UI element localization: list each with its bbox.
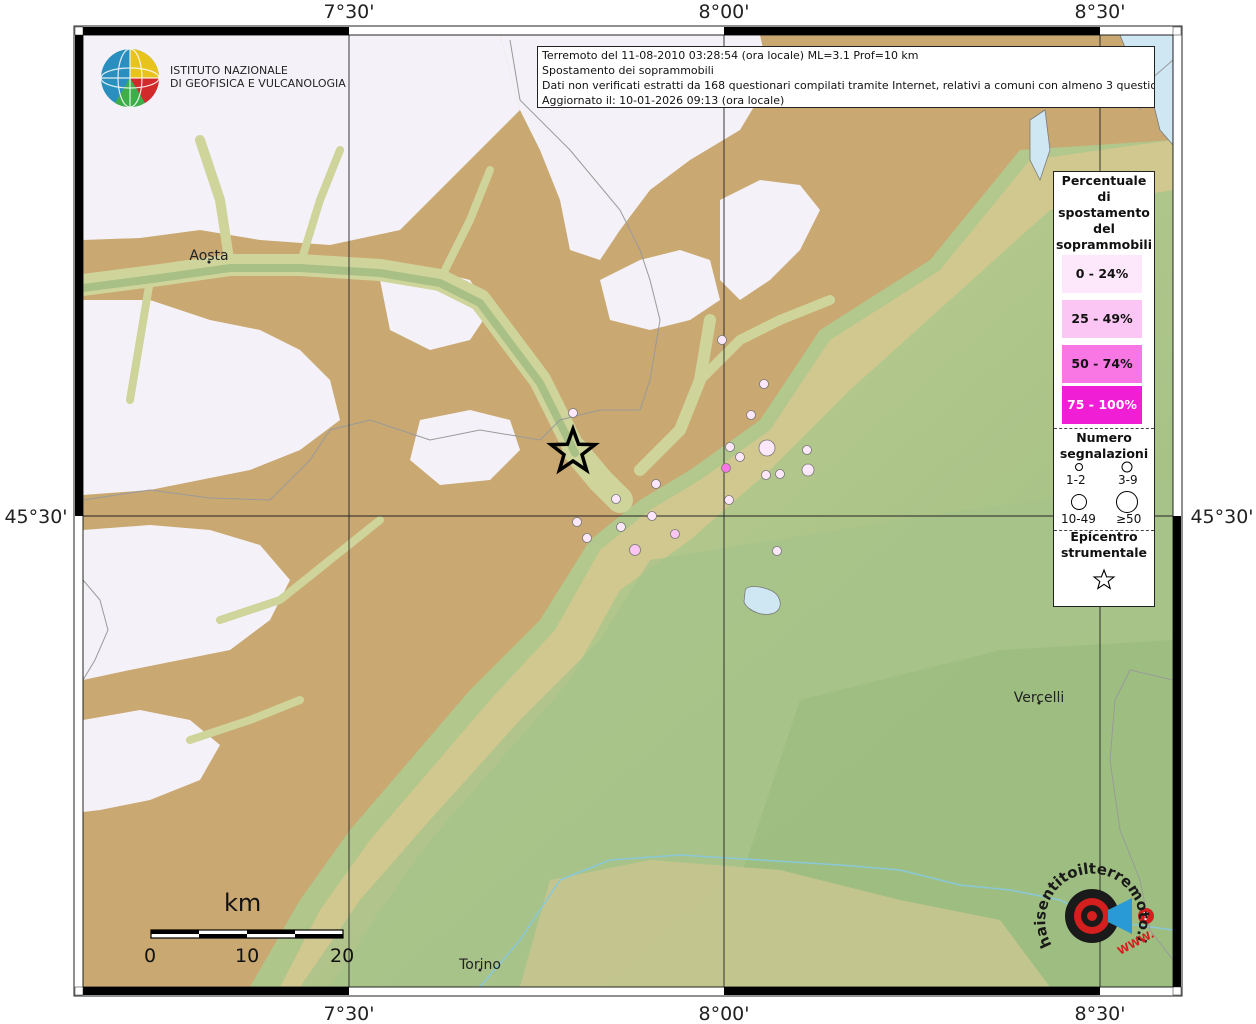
legend-count-10-49: 10-49 bbox=[1061, 512, 1096, 526]
institute-logo: ISTITUTO NAZIONALE DI GEOFISICA E VULCAN… bbox=[170, 64, 346, 90]
relief-map bbox=[83, 35, 1173, 987]
top-tick-label: 8°30' bbox=[1075, 1, 1126, 23]
observation-point bbox=[611, 494, 621, 504]
scale-label-20: 20 bbox=[330, 945, 355, 967]
legend-count-1-2: 1-2 bbox=[1066, 473, 1086, 487]
observation-point bbox=[761, 470, 771, 480]
observation-point bbox=[759, 379, 769, 389]
scale-label-10: 10 bbox=[235, 945, 260, 967]
observation-point bbox=[724, 495, 734, 505]
observation-point bbox=[629, 544, 641, 556]
town-aosta: Aosta bbox=[189, 248, 228, 264]
legend-category-75-100: 75 - 100% bbox=[1062, 386, 1142, 424]
observation-point bbox=[717, 335, 727, 345]
left-tick-label: 45°30' bbox=[4, 506, 67, 528]
town-vercelli: Vercelli bbox=[1014, 690, 1065, 706]
right-tick-label: 45°30' bbox=[1190, 506, 1253, 528]
globe-icon bbox=[100, 48, 160, 108]
observation-point bbox=[670, 529, 680, 539]
legend-title: Percentuale di spostamento del soprammob… bbox=[1055, 173, 1152, 252]
observation-point bbox=[647, 511, 657, 521]
legend-category-50-74: 50 - 74% bbox=[1062, 345, 1142, 383]
observation-point bbox=[721, 463, 731, 473]
event-updated: Aggiornato il: 10-01-2026 09:13 (ora loc… bbox=[542, 94, 785, 107]
legend-count-3-9: 3-9 bbox=[1118, 473, 1138, 487]
observation-point bbox=[572, 517, 582, 527]
scale-unit: km bbox=[224, 889, 262, 917]
legend-category-25-49: 25 - 49% bbox=[1062, 300, 1142, 338]
legend: Percentuale di spostamento del soprammob… bbox=[1053, 171, 1155, 607]
observation-point bbox=[802, 445, 812, 455]
top-tick-label: 7°30' bbox=[324, 1, 375, 23]
observation-point bbox=[801, 463, 815, 477]
bottom-tick-label: 8°30' bbox=[1075, 1003, 1126, 1024]
legend-divider bbox=[1054, 428, 1154, 429]
town-torino: Torino bbox=[458, 957, 501, 973]
observation-point bbox=[725, 442, 735, 452]
logo-line: DI GEOFISICA E VULCANOLOGIA bbox=[170, 77, 346, 90]
observation-point bbox=[568, 408, 578, 418]
legend-epicenter-title: Epicentro strumentale bbox=[1060, 529, 1148, 560]
event-data-note: Dati non verificati estratti da 168 ques… bbox=[542, 79, 1155, 92]
top-tick-label: 8°00' bbox=[699, 1, 750, 23]
legend-count-50-plus: ≥50 bbox=[1116, 512, 1142, 526]
scale-bar bbox=[150, 929, 344, 939]
observation-point bbox=[772, 546, 782, 556]
observation-point bbox=[746, 410, 756, 420]
observation-point bbox=[616, 522, 626, 532]
event-title: Terremoto del 11-08-2010 03:28:54 (ora l… bbox=[542, 49, 919, 62]
star-icon bbox=[1092, 568, 1116, 590]
event-parameter: Spostamento dei soprammobili bbox=[542, 64, 714, 77]
bottom-tick-label: 7°30' bbox=[324, 1003, 375, 1024]
observation-point bbox=[758, 439, 776, 457]
observation-point bbox=[651, 479, 661, 489]
bottom-tick-label: 8°00' bbox=[699, 1003, 750, 1024]
observation-point bbox=[582, 533, 592, 543]
observation-point bbox=[775, 469, 785, 479]
scale-label-0: 0 bbox=[144, 945, 157, 967]
legend-category-0-24: 0 - 24% bbox=[1062, 255, 1142, 293]
logo-line: ISTITUTO NAZIONALE bbox=[170, 64, 288, 77]
observation-point bbox=[735, 452, 745, 462]
event-info-box: Terremoto del 11-08-2010 03:28:54 (ora l… bbox=[537, 46, 1155, 108]
